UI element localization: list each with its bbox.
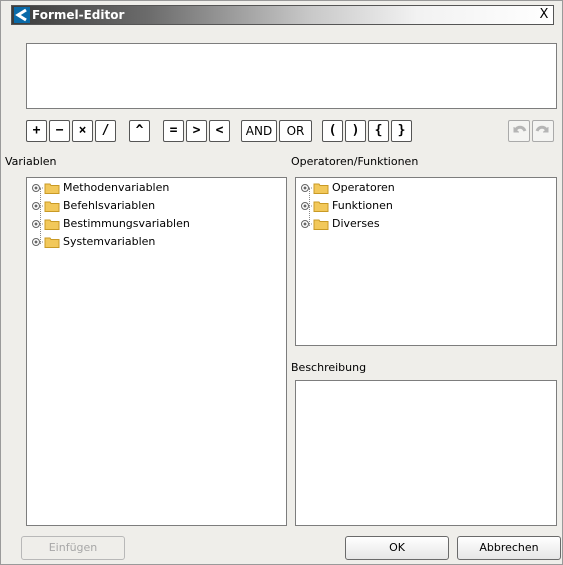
- folder-expand-icon: [301, 219, 329, 230]
- or-button[interactable]: OR: [279, 120, 312, 142]
- variables-tree[interactable]: Methodenvariablen Befehlsvariablen Besti…: [26, 177, 287, 526]
- undo-icon: [513, 125, 527, 133]
- tree-item-label: Funktionen: [332, 199, 393, 212]
- tree-item-label: Operatoren: [332, 181, 395, 194]
- tree-item-label: Systemvariablen: [63, 235, 156, 248]
- close-button[interactable]: X: [537, 7, 551, 22]
- and-button[interactable]: AND: [241, 120, 277, 142]
- folder-expand-icon: [301, 201, 329, 212]
- tree-item-label: Befehlsvariablen: [63, 199, 156, 212]
- folder-expand-icon: [32, 201, 60, 212]
- cancel-button[interactable]: Abbrechen: [457, 536, 561, 560]
- description-box: [295, 380, 557, 526]
- minus-button[interactable]: −: [49, 120, 70, 142]
- close-paren-button[interactable]: ): [345, 120, 366, 142]
- app-icon: [14, 7, 30, 23]
- folder-expand-icon: [301, 183, 329, 194]
- multiply-button[interactable]: ×: [72, 120, 93, 142]
- folder-expand-icon: [32, 237, 60, 248]
- variables-label: Variablen: [5, 155, 57, 168]
- redo-button[interactable]: [532, 120, 554, 142]
- ok-button[interactable]: OK: [345, 536, 449, 560]
- operators-functions-tree[interactable]: Operatoren Funktionen Diverses: [295, 177, 557, 346]
- tree-item-label: Methodenvariablen: [63, 181, 170, 194]
- folder-expand-icon: [32, 183, 60, 194]
- formula-editor-window: Formel-Editor X + − × / ^ = > < AND OR (…: [0, 0, 563, 565]
- redo-icon: [535, 125, 549, 133]
- close-brace-button[interactable]: }: [391, 120, 412, 142]
- window-title: Formel-Editor: [32, 8, 125, 22]
- open-paren-button[interactable]: (: [322, 120, 343, 142]
- description-label: Beschreibung: [291, 361, 367, 374]
- formula-input[interactable]: [26, 43, 557, 109]
- plus-button[interactable]: +: [26, 120, 47, 142]
- undo-button[interactable]: [508, 120, 530, 142]
- insert-button[interactable]: Einfügen: [21, 536, 125, 560]
- greater-than-button[interactable]: >: [186, 120, 207, 142]
- tree-item-label: Bestimmungsvariablen: [63, 217, 190, 230]
- less-than-button[interactable]: <: [209, 120, 230, 142]
- folder-expand-icon: [32, 219, 60, 230]
- divide-button[interactable]: /: [95, 120, 116, 142]
- tree-item-label: Diverses: [332, 217, 380, 230]
- operators-functions-label: Operatoren/Funktionen: [291, 155, 419, 168]
- power-button[interactable]: ^: [129, 120, 150, 142]
- equals-button[interactable]: =: [163, 120, 184, 142]
- open-brace-button[interactable]: {: [368, 120, 389, 142]
- title-bar[interactable]: Formel-Editor X: [11, 5, 554, 25]
